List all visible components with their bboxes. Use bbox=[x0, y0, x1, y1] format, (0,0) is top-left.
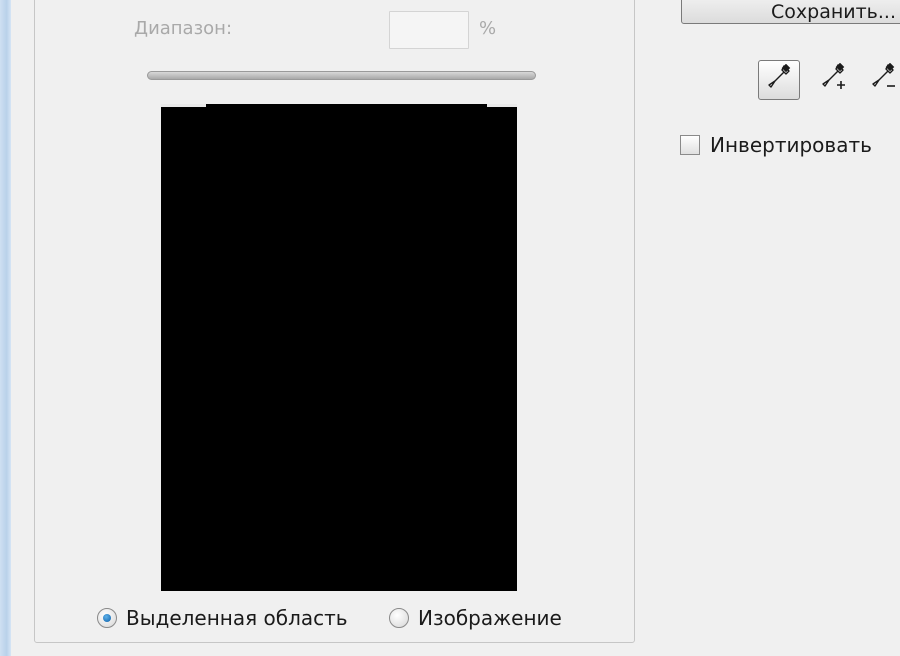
range-input[interactable] bbox=[389, 11, 469, 49]
eyedropper-icon bbox=[767, 63, 791, 96]
invert-option[interactable]: Инвертировать bbox=[680, 133, 872, 157]
range-label: Диапазон: bbox=[134, 18, 233, 39]
eyedropper-plus-tool-button[interactable] bbox=[812, 60, 854, 100]
preview-image bbox=[161, 104, 517, 591]
radio-image-option[interactable]: Изображение bbox=[389, 606, 562, 630]
radio-selection-label: Выделенная область bbox=[126, 606, 348, 630]
radio-selection-option[interactable]: Выделенная область bbox=[97, 606, 348, 630]
eyedropper-minus-tool-button[interactable] bbox=[862, 60, 900, 100]
invert-checkbox[interactable] bbox=[680, 135, 700, 155]
range-slider[interactable] bbox=[147, 71, 536, 80]
radio-image-label: Изображение bbox=[418, 606, 562, 630]
save-button[interactable]: Сохранить... bbox=[681, 0, 900, 24]
eyedropper-plus-icon bbox=[818, 62, 848, 97]
radio-selection-button[interactable] bbox=[97, 608, 117, 628]
invert-label: Инвертировать bbox=[710, 133, 872, 157]
eyedropper-tool-button[interactable] bbox=[758, 60, 800, 100]
eyedropper-minus-icon bbox=[868, 62, 898, 97]
window-left-border bbox=[0, 0, 11, 656]
radio-image-button[interactable] bbox=[389, 608, 409, 628]
range-unit: % bbox=[479, 18, 497, 39]
